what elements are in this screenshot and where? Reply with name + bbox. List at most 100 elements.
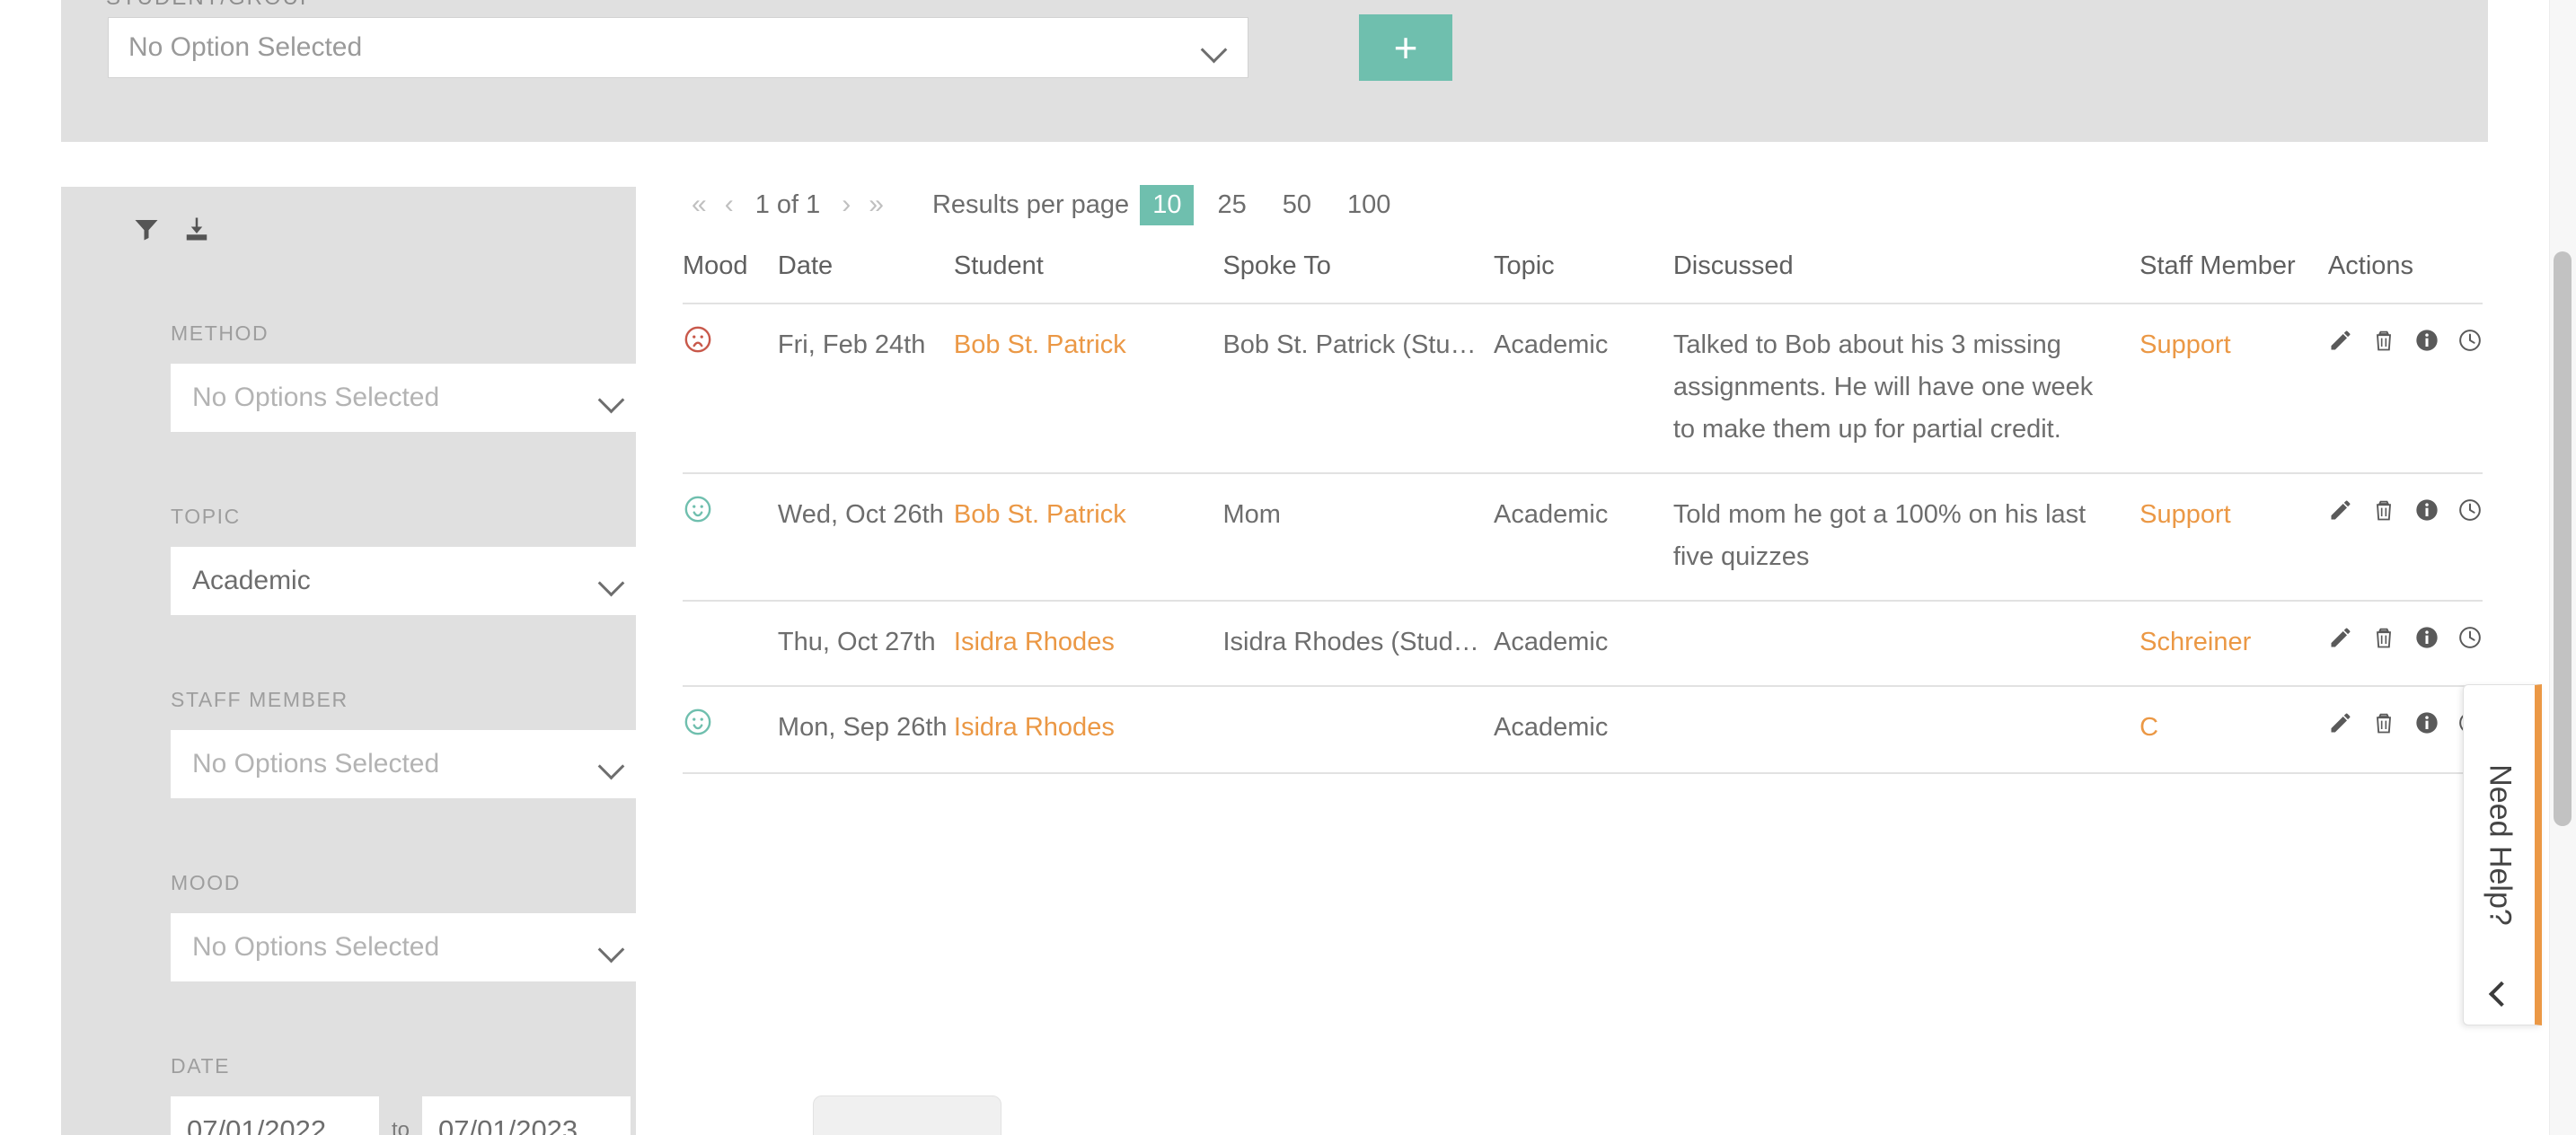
student-link[interactable]: Bob St. Patrick: [954, 500, 1126, 529]
column-header-topic[interactable]: Topic: [1493, 251, 1673, 304]
results-per-page-100[interactable]: 100: [1335, 185, 1403, 225]
cell-discussed: Talked to Bob about his 3 missing assign…: [1672, 304, 2140, 474]
row-actions: [2328, 621, 2483, 664]
clock-icon[interactable]: [2457, 621, 2483, 664]
cell-spoke-to: Isidra Rhodes (Stud…: [1222, 600, 1494, 687]
results-per-page-10[interactable]: 10: [1140, 184, 1195, 225]
pencil-icon[interactable]: [2328, 621, 2353, 664]
filter-icon[interactable]: [133, 216, 160, 247]
student-link[interactable]: Isidra Rhodes: [954, 628, 1115, 656]
chevron-left-icon[interactable]: [2487, 983, 2507, 1003]
pagination-first-button[interactable]: «: [683, 191, 716, 218]
filter-date: DATE to: [171, 1054, 647, 1135]
filter-topic-select[interactable]: Academic: [171, 547, 647, 615]
cell-spoke-to: [1222, 685, 1494, 774]
cell-topic: Academic: [1493, 472, 1673, 602]
chevron-down-icon: [598, 568, 625, 594]
page-scrollbar-thumb[interactable]: [2554, 251, 2572, 826]
column-header-student[interactable]: Student: [953, 251, 1223, 304]
table-row[interactable]: Fri, Feb 24th Bob St. Patrick Bob St. Patr…: [683, 304, 2483, 474]
cell-topic: Academic: [1493, 304, 1673, 474]
bottom-floating-control[interactable]: [813, 1095, 1001, 1135]
cell-mood: [683, 304, 778, 474]
filter-staff-member-value: No Options Selected: [192, 749, 440, 779]
add-button[interactable]: +: [1359, 14, 1452, 81]
filter-staff-member-select[interactable]: No Options Selected: [171, 730, 647, 798]
staff-member-link[interactable]: Schreiner: [2139, 628, 2251, 656]
cell-discussed: [1672, 685, 2140, 774]
table-row[interactable]: Wed, Oct 26th Bob St. Patrick Mom Academic T…: [683, 472, 2483, 602]
info-icon[interactable]: [2414, 707, 2439, 749]
cell-staff-member: Support: [2139, 472, 2328, 602]
cell-topic: Academic: [1493, 600, 1673, 687]
cell-staff-member: C: [2139, 685, 2328, 774]
info-icon[interactable]: [2414, 324, 2439, 366]
staff-member-link[interactable]: Support: [2139, 330, 2231, 359]
pagination-next-button[interactable]: ›: [833, 191, 860, 218]
filter-method-value: No Options Selected: [192, 383, 440, 412]
chevron-down-icon: [598, 384, 625, 411]
page-scrollbar[interactable]: [2549, 0, 2576, 1135]
plus-icon: +: [1393, 24, 1418, 71]
download-icon[interactable]: [183, 216, 210, 247]
communications-table: Mood Date Student Spoke To Topic Discuss…: [683, 251, 2483, 774]
trash-icon[interactable]: [2371, 324, 2396, 366]
date-from-input[interactable]: [171, 1096, 379, 1135]
column-header-actions: Actions: [2327, 251, 2483, 304]
filter-topic-value: Academic: [192, 566, 311, 595]
filter-staff-member: STAFF MEMBER No Options Selected: [171, 688, 647, 798]
filter-method-select[interactable]: No Options Selected: [171, 364, 647, 432]
clock-icon[interactable]: [2457, 494, 2483, 536]
chevron-down-icon: [598, 934, 625, 961]
staff-member-link[interactable]: C: [2139, 713, 2158, 742]
column-header-date[interactable]: Date: [777, 251, 954, 304]
results-per-page-label: Results per page: [931, 189, 1130, 219]
pagination-last-button[interactable]: »: [860, 191, 893, 218]
staff-member-link[interactable]: Support: [2139, 500, 2231, 529]
cell-topic: Academic: [1493, 685, 1673, 774]
trash-icon[interactable]: [2371, 707, 2396, 749]
column-header-discussed[interactable]: Discussed: [1672, 251, 2140, 304]
student-group-select-value: No Option Selected: [128, 32, 363, 62]
cell-date: Mon, Sep 26th: [777, 685, 954, 774]
info-icon[interactable]: [2414, 621, 2439, 664]
pencil-icon[interactable]: [2328, 494, 2353, 536]
filter-mood: MOOD No Options Selected: [171, 871, 647, 981]
student-group-select[interactable]: No Option Selected: [108, 17, 1248, 78]
cell-student: Isidra Rhodes: [953, 685, 1223, 774]
date-to-input[interactable]: [422, 1096, 631, 1135]
info-icon[interactable]: [2414, 494, 2439, 536]
cell-staff-member: Support: [2139, 304, 2328, 474]
table-row[interactable]: Mon, Sep 26th Isidra Rhodes Academic C: [683, 685, 2483, 774]
filter-method-label: METHOD: [171, 321, 269, 345]
student-group-label: STUDENT/GROUP: [106, 0, 316, 11]
table-row[interactable]: Thu, Oct 27th Isidra Rhodes Isidra Rhodes …: [683, 600, 2483, 687]
cell-mood: [683, 472, 778, 602]
column-header-mood[interactable]: Mood: [683, 251, 778, 304]
student-link[interactable]: Isidra Rhodes: [954, 713, 1115, 742]
student-link[interactable]: Bob St. Patrick: [954, 330, 1126, 359]
row-actions: [2328, 707, 2483, 749]
table-header-row: Mood Date Student Spoke To Topic Discuss…: [683, 251, 2483, 304]
pagination-prev-button[interactable]: ‹: [716, 191, 743, 218]
clock-icon[interactable]: [2457, 324, 2483, 366]
filter-topic: TOPIC Academic: [171, 505, 647, 615]
pagination-page-text: 1 of 1: [754, 189, 821, 219]
trash-icon[interactable]: [2371, 621, 2396, 664]
filter-mood-select[interactable]: No Options Selected: [171, 913, 647, 981]
column-header-spoke-to[interactable]: Spoke To: [1222, 251, 1494, 304]
cell-mood: [683, 600, 778, 687]
chevron-down-icon: [598, 751, 625, 778]
trash-icon[interactable]: [2371, 494, 2396, 536]
cell-date: Wed, Oct 26th: [777, 472, 954, 602]
cell-spoke-to: Mom: [1222, 472, 1494, 602]
results-per-page-25[interactable]: 25: [1204, 185, 1258, 225]
cell-mood: [683, 685, 778, 774]
column-header-staff-member[interactable]: Staff Member: [2139, 251, 2328, 304]
cell-actions: [2327, 685, 2483, 774]
left-rail: [0, 0, 32, 1135]
pencil-icon[interactable]: [2328, 324, 2353, 366]
pencil-icon[interactable]: [2328, 707, 2353, 749]
need-help-tab[interactable]: Need Help?: [2463, 684, 2542, 1025]
results-per-page-50[interactable]: 50: [1270, 185, 1324, 225]
